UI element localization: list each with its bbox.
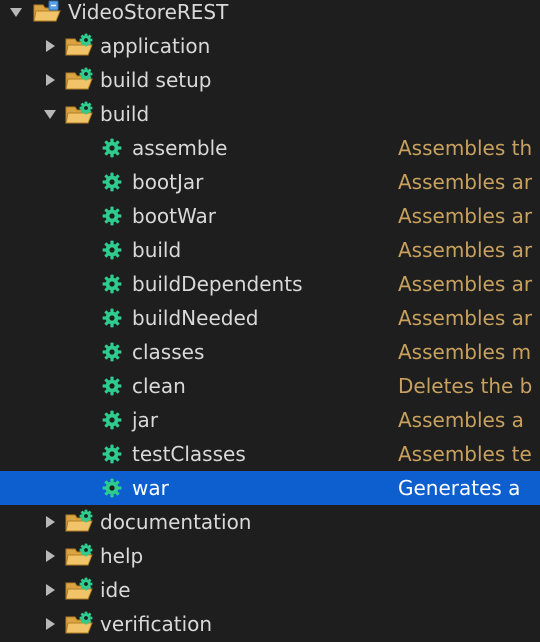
task-group-help[interactable]: help: [0, 539, 540, 573]
task-group-folder-icon: [64, 611, 96, 637]
task-group-build-setup[interactable]: build setup: [0, 63, 540, 97]
task-group-label: build setup: [100, 68, 212, 92]
task-row-jar[interactable]: jar Assembles a: [0, 403, 540, 437]
task-row-bootJar[interactable]: bootJar Assembles ar: [0, 165, 540, 199]
task-description: Deletes the b: [398, 374, 533, 398]
chevron-right-icon[interactable]: [40, 573, 60, 607]
task-row-bootWar[interactable]: bootWar Assembles ar: [0, 199, 540, 233]
gear-icon: [102, 342, 122, 362]
task-name: buildDependents: [132, 272, 303, 296]
chevron-right-icon[interactable]: [40, 539, 60, 573]
task-name: testClasses: [132, 442, 246, 466]
task-description: Assembles ar: [398, 272, 533, 296]
task-name: assemble: [132, 136, 228, 160]
task-group-label: ide: [100, 578, 131, 602]
task-group-folder-icon: [64, 33, 96, 59]
task-name: build: [132, 238, 182, 262]
task-description: Assembles ar: [398, 204, 533, 228]
task-name: bootJar: [132, 170, 204, 194]
task-row-testClasses[interactable]: testClasses Assembles te: [0, 437, 540, 471]
task-row-buildNeeded[interactable]: buildNeeded Assembles ar: [0, 301, 540, 335]
gear-icon: [102, 274, 122, 294]
task-description: Assembles ar: [398, 238, 533, 262]
gear-icon: [102, 478, 122, 498]
chevron-right-icon[interactable]: [40, 29, 60, 63]
task-name: bootWar: [132, 204, 216, 228]
task-row-classes[interactable]: classes Assembles m: [0, 335, 540, 369]
gear-icon: [102, 240, 122, 260]
chevron-right-icon[interactable]: [40, 607, 60, 641]
chevron-down-icon[interactable]: [6, 0, 26, 29]
gear-icon: [102, 308, 122, 328]
task-description: Assembles ar: [398, 306, 533, 330]
task-group-folder-icon: [64, 67, 96, 93]
task-group-folder-icon: [64, 543, 96, 569]
tree-root-videostorerest[interactable]: VideoStoreREST: [0, 0, 540, 29]
task-group-build[interactable]: build: [0, 97, 540, 131]
tree-root-label: VideoStoreREST: [68, 0, 229, 24]
task-description: Assembles ar: [398, 170, 533, 194]
task-group-folder-icon: [64, 509, 96, 535]
task-group-application[interactable]: application: [0, 29, 540, 63]
gradle-task-tree: VideoStoreREST application build setup bui…: [0, 0, 540, 642]
gear-icon: [102, 172, 122, 192]
chevron-down-icon[interactable]: [40, 97, 60, 131]
gear-icon: [102, 138, 122, 158]
task-name: classes: [132, 340, 205, 364]
task-group-label: application: [100, 34, 211, 58]
task-group-folder-icon: [64, 577, 96, 603]
project-folder-icon: [32, 0, 64, 25]
task-description: Assembles th: [398, 136, 533, 160]
task-name: jar: [132, 408, 159, 432]
task-group-label: help: [100, 544, 144, 568]
task-description: Assembles m: [398, 340, 532, 364]
task-name: war: [132, 476, 169, 500]
task-row-clean[interactable]: clean Deletes the b: [0, 369, 540, 403]
task-row-buildDependents[interactable]: buildDependents Assembles ar: [0, 267, 540, 301]
gear-icon: [102, 444, 122, 464]
task-group-verification[interactable]: verification: [0, 607, 540, 641]
gear-icon: [102, 206, 122, 226]
gear-icon: [102, 376, 122, 396]
chevron-right-icon[interactable]: [40, 505, 60, 539]
gear-icon: [102, 410, 122, 430]
task-name: buildNeeded: [132, 306, 259, 330]
task-group-label: verification: [100, 612, 213, 636]
task-description: Generates a: [398, 476, 521, 500]
task-row-war[interactable]: war Generates a: [0, 471, 540, 505]
task-group-label: documentation: [100, 510, 252, 534]
task-group-label: build: [100, 102, 150, 126]
task-description: Assembles a: [398, 408, 524, 432]
task-row-assemble[interactable]: assemble Assembles th: [0, 131, 540, 165]
chevron-right-icon[interactable]: [40, 63, 60, 97]
task-row-build[interactable]: build Assembles ar: [0, 233, 540, 267]
task-group-ide[interactable]: ide: [0, 573, 540, 607]
task-group-documentation[interactable]: documentation: [0, 505, 540, 539]
task-description: Assembles te: [398, 442, 532, 466]
task-name: clean: [132, 374, 186, 398]
task-group-folder-icon: [64, 101, 96, 127]
